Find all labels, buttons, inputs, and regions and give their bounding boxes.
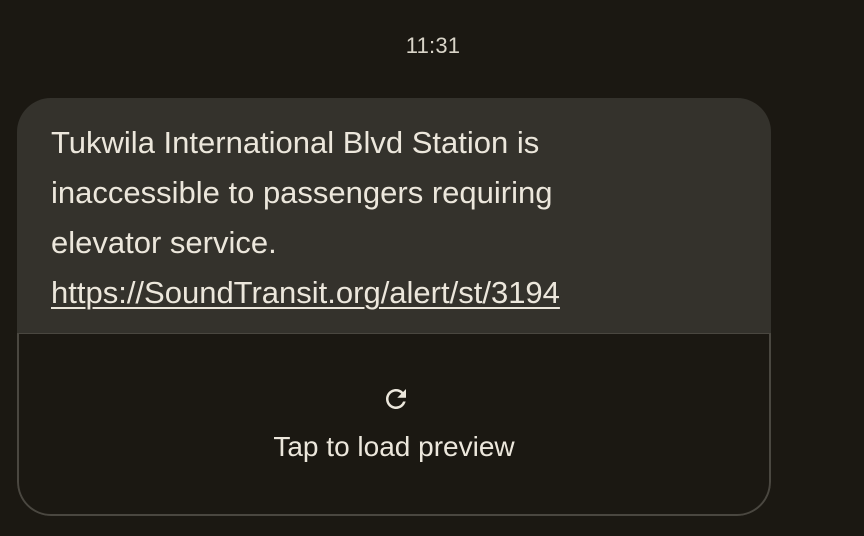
conversation-screen: 11:31 Tukwila International Blvd Station… [0, 0, 864, 536]
message-timestamp: 11:31 [405, 33, 461, 58]
message-body: Tukwila International Blvd Station is in… [17, 98, 771, 333]
message-text: Tukwila International Blvd Station is in… [51, 118, 671, 318]
load-preview-button[interactable]: Tap to load preview [17, 333, 771, 516]
alert-link[interactable]: https://SoundTransit.org/alert/st/3194 [51, 268, 560, 318]
message-bubble[interactable]: Tukwila International Blvd Station is in… [17, 98, 771, 516]
refresh-icon [386, 389, 406, 409]
preview-label: Tap to load preview [273, 431, 515, 462]
message-text-content: Tukwila International Blvd Station is in… [51, 125, 553, 260]
